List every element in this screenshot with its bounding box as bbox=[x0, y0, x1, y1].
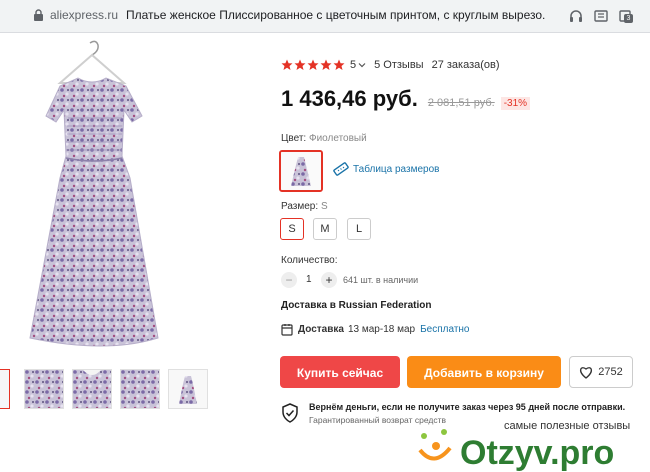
page-title: Платье женское Плиссированное с цветочны… bbox=[126, 8, 546, 22]
ship-to-region[interactable]: Доставка в Russian Federation bbox=[281, 300, 431, 311]
thumbnail-3[interactable] bbox=[72, 369, 112, 409]
thumbnail-1[interactable] bbox=[0, 369, 10, 409]
quantity-value[interactable]: 1 bbox=[306, 274, 312, 285]
thumbnail-5[interactable] bbox=[168, 369, 208, 409]
delivery-row: Доставка 13 мар-18 мар Бесплатно bbox=[281, 323, 470, 336]
star-icon bbox=[333, 59, 345, 70]
color-swatch-image bbox=[281, 152, 321, 190]
shield-check-icon bbox=[282, 403, 298, 423]
color-label: Цвет: bbox=[281, 133, 307, 144]
buy-now-button[interactable]: Купить сейчас bbox=[280, 356, 400, 388]
smile-icon bbox=[418, 429, 452, 461]
thumbnail-image bbox=[121, 370, 159, 408]
chevron-down-icon[interactable] bbox=[358, 61, 366, 69]
thumbnail-4[interactable] bbox=[120, 369, 160, 409]
size-option-m[interactable]: M bbox=[313, 218, 337, 240]
color-option-purple[interactable] bbox=[279, 150, 323, 192]
add-to-cart-button[interactable]: Добавить в корзину bbox=[407, 356, 561, 388]
rating-value[interactable]: 5 bbox=[350, 59, 356, 71]
calendar-icon bbox=[281, 324, 293, 336]
quantity-plus-button[interactable]: + bbox=[321, 272, 337, 288]
delivery-label: Доставка bbox=[298, 324, 344, 335]
current-price: 1 436,46 руб. bbox=[281, 86, 418, 111]
notification-badge: 3 bbox=[624, 14, 633, 23]
quantity-label: Количество: bbox=[281, 255, 338, 266]
size-label: Размер: bbox=[281, 201, 319, 212]
wishlist-count: 2752 bbox=[598, 366, 623, 378]
heart-icon bbox=[580, 366, 593, 379]
ruler-icon bbox=[333, 162, 349, 176]
watermark-logo: Otzyv.pro bbox=[418, 429, 614, 472]
guarantee-title: Вернём деньги, если не получите заказ че… bbox=[309, 402, 626, 412]
reviews-link[interactable]: 5 Отзывы bbox=[374, 59, 423, 71]
discount-badge: -31% bbox=[500, 97, 531, 110]
product-main-image[interactable] bbox=[20, 38, 192, 356]
old-price: 2 081,51 руб. bbox=[427, 97, 495, 109]
bookmark-icon[interactable] bbox=[593, 8, 609, 24]
color-label-row: Цвет: Фиолетовый bbox=[281, 133, 367, 144]
star-icon bbox=[320, 59, 332, 70]
browser-bar: aliexpress.ru Платье женское Плиссирован… bbox=[0, 0, 650, 33]
rating-stars bbox=[281, 59, 345, 71]
star-icon bbox=[294, 59, 306, 70]
stock-count: 641 шт. в наличии bbox=[343, 275, 419, 285]
color-value: Фиолетовый bbox=[308, 133, 367, 144]
rating-row: 5 5 Отзывы 27 заказа(ов) bbox=[281, 59, 500, 71]
lock-icon bbox=[34, 9, 43, 21]
size-table-link[interactable]: Таблица размеров bbox=[333, 161, 439, 177]
size-value: S bbox=[320, 201, 328, 212]
star-icon bbox=[307, 59, 319, 70]
delivery-price: Бесплатно bbox=[420, 324, 470, 335]
orders-count: 27 заказа(ов) bbox=[431, 59, 500, 71]
size-option-l[interactable]: L bbox=[347, 218, 371, 240]
svg-text:Otzyv.pro: Otzyv.pro bbox=[460, 434, 614, 472]
size-option-s[interactable]: S bbox=[280, 218, 304, 240]
wishlist-button[interactable]: 2752 bbox=[569, 356, 633, 388]
price-row: 1 436,46 руб. 2 081,51 руб. -31% bbox=[281, 86, 531, 112]
star-icon bbox=[281, 59, 293, 70]
address-domain[interactable]: aliexpress.ru bbox=[50, 8, 118, 22]
size-label-row: Размер: S bbox=[281, 201, 328, 212]
headphones-icon[interactable] bbox=[568, 8, 584, 24]
thumbnail-image bbox=[169, 370, 207, 408]
delivery-dates: 13 мар-18 мар bbox=[347, 324, 416, 335]
thumbnail-image bbox=[73, 370, 111, 408]
guarantee-subtitle: Гарантированный возврат средств bbox=[309, 415, 446, 425]
quantity-minus-button[interactable]: − bbox=[281, 272, 297, 288]
thumbnail-image bbox=[25, 370, 63, 408]
size-table-label: Таблица размеров bbox=[353, 163, 440, 175]
thumbnail-2[interactable] bbox=[24, 369, 64, 409]
